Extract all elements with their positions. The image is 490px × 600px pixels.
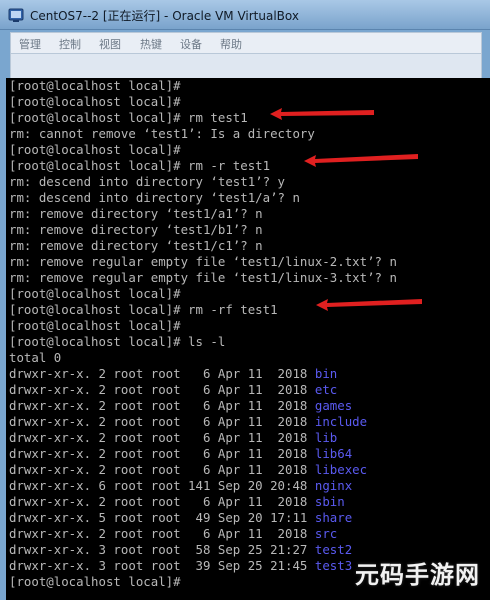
terminal-line: [root@localhost local]# bbox=[9, 318, 181, 333]
listing-meta: drwxr-xr-x. 2 root root 6 Apr 11 2018 bbox=[9, 446, 315, 461]
watermark-logo: 元码手游网 bbox=[354, 561, 484, 596]
listing-row: drwxr-xr-x. 3 root root 39 Sep 25 21:45 … bbox=[9, 558, 352, 574]
virtualbox-app-icon bbox=[8, 8, 24, 22]
window-frame-strip bbox=[10, 54, 482, 78]
directory-name: lib bbox=[314, 430, 338, 445]
terminal-line: [root@localhost local]# bbox=[9, 94, 181, 109]
terminal-line: rm: remove regular empty file ‘test1/lin… bbox=[9, 270, 397, 285]
terminal-line: [root@localhost local]# rm test1 bbox=[9, 110, 248, 125]
listing-meta: drwxr-xr-x. 2 root root 6 Apr 11 2018 bbox=[9, 366, 315, 381]
directory-name: share bbox=[314, 510, 353, 525]
listing-meta: drwxr-xr-x. 2 root root 6 Apr 11 2018 bbox=[9, 382, 315, 397]
directory-name: sbin bbox=[314, 494, 345, 509]
menu-item-view[interactable]: 视图 bbox=[99, 36, 121, 52]
listing-row: drwxr-xr-x. 3 root root 58 Sep 25 21:27 … bbox=[9, 542, 352, 558]
menu-bar: 管理 控制 视图 热键 设备 帮助 bbox=[10, 32, 482, 54]
directory-name: etc bbox=[314, 382, 338, 397]
menu-item-control[interactable]: 控制 bbox=[59, 36, 81, 52]
listing-row: drwxr-xr-x. 5 root root 49 Sep 20 17:11 … bbox=[9, 510, 352, 526]
listing-meta: drwxr-xr-x. 2 root root 6 Apr 11 2018 bbox=[9, 462, 315, 477]
listing-meta: drwxr-xr-x. 5 root root 49 Sep 20 17:11 bbox=[9, 510, 315, 525]
directory-name: test3 bbox=[314, 558, 353, 573]
terminal-line: rm: descend into directory ‘test1/a’? n bbox=[9, 190, 300, 205]
terminal-line: rm: remove regular empty file ‘test1/lin… bbox=[9, 254, 397, 269]
listing-row: drwxr-xr-x. 2 root root 6 Apr 11 2018 li… bbox=[9, 430, 337, 446]
terminal-line: [root@localhost local]# rm -r test1 bbox=[9, 158, 271, 173]
listing-row: drwxr-xr-x. 2 root root 6 Apr 11 2018 et… bbox=[9, 382, 337, 398]
terminal-screen[interactable]: [root@localhost local]# [root@localhost … bbox=[6, 78, 490, 600]
listing-meta: drwxr-xr-x. 6 root root 141 Sep 20 20:48 bbox=[9, 478, 315, 493]
terminal-line: [root@localhost local]# rm -rf test1 bbox=[9, 302, 278, 317]
title-bar[interactable]: CentOS7--2 [正在运行] - Oracle VM VirtualBox bbox=[0, 0, 490, 30]
window-title: CentOS7--2 [正在运行] - Oracle VM VirtualBox bbox=[30, 9, 299, 23]
directory-name: nginx bbox=[314, 478, 353, 493]
terminal-line: rm: remove directory ‘test1/a1’? n bbox=[9, 206, 263, 221]
watermark-text: 元码手游网 bbox=[355, 561, 480, 589]
listing-row: drwxr-xr-x. 2 root root 6 Apr 11 2018 sb… bbox=[9, 494, 345, 510]
menu-item-help[interactable]: 帮助 bbox=[220, 36, 242, 52]
listing-row: drwxr-xr-x. 2 root root 6 Apr 11 2018 sr… bbox=[9, 526, 337, 542]
listing-meta: drwxr-xr-x. 3 root root 58 Sep 25 21:27 bbox=[9, 542, 315, 557]
listing-meta: drwxr-xr-x. 2 root root 6 Apr 11 2018 bbox=[9, 526, 315, 541]
listing-row: drwxr-xr-x. 2 root root 6 Apr 11 2018 li… bbox=[9, 462, 367, 478]
listing-meta: drwxr-xr-x. 2 root root 6 Apr 11 2018 bbox=[9, 414, 315, 429]
menu-item-devices[interactable]: 设备 bbox=[180, 36, 202, 52]
listing-row: drwxr-xr-x. 2 root root 6 Apr 11 2018 bi… bbox=[9, 366, 337, 382]
directory-name: test2 bbox=[314, 542, 353, 557]
directory-name: bin bbox=[314, 366, 338, 381]
annotation-arrow-icon bbox=[270, 108, 374, 120]
listing-meta: drwxr-xr-x. 3 root root 39 Sep 25 21:45 bbox=[9, 558, 315, 573]
listing-row: drwxr-xr-x. 2 root root 6 Apr 11 2018 in… bbox=[9, 414, 367, 430]
listing-row: drwxr-xr-x. 2 root root 6 Apr 11 2018 ga… bbox=[9, 398, 352, 414]
terminal-line: [root@localhost local]# ls -l bbox=[9, 334, 226, 349]
terminal-line: total 0 bbox=[9, 350, 62, 365]
virtualbox-window: CentOS7--2 [正在运行] - Oracle VM VirtualBox… bbox=[0, 0, 490, 600]
terminal-line: [root@localhost local]# bbox=[9, 142, 181, 157]
directory-name: include bbox=[314, 414, 368, 429]
terminal-line: rm: descend into directory ‘test1’? y bbox=[9, 174, 286, 189]
listing-meta: drwxr-xr-x. 2 root root 6 Apr 11 2018 bbox=[9, 430, 315, 445]
directory-name: libexec bbox=[314, 462, 368, 477]
terminal-line: [root@localhost local]# bbox=[9, 78, 181, 93]
listing-meta: drwxr-xr-x. 2 root root 6 Apr 11 2018 bbox=[9, 494, 315, 509]
menu-item-manage[interactable]: 管理 bbox=[19, 36, 41, 52]
listing-row: drwxr-xr-x. 2 root root 6 Apr 11 2018 li… bbox=[9, 446, 352, 462]
directory-name: src bbox=[314, 526, 338, 541]
menu-item-hotkey[interactable]: 热键 bbox=[140, 36, 162, 52]
terminal-line: [root@localhost local]# bbox=[9, 574, 181, 589]
listing-row: drwxr-xr-x. 6 root root 141 Sep 20 20:48… bbox=[9, 478, 352, 494]
annotation-arrow-icon bbox=[316, 299, 422, 311]
directory-name: games bbox=[314, 398, 353, 413]
terminal-line: rm: remove directory ‘test1/b1’? n bbox=[9, 222, 263, 237]
listing-meta: drwxr-xr-x. 2 root root 6 Apr 11 2018 bbox=[9, 398, 315, 413]
terminal-line: rm: remove directory ‘test1/c1’? n bbox=[9, 238, 263, 253]
terminal-line: rm: cannot remove ‘test1’: Is a director… bbox=[9, 126, 315, 141]
directory-name: lib64 bbox=[314, 446, 353, 461]
annotation-arrow-icon bbox=[304, 154, 418, 167]
terminal-line: [root@localhost local]# bbox=[9, 286, 181, 301]
